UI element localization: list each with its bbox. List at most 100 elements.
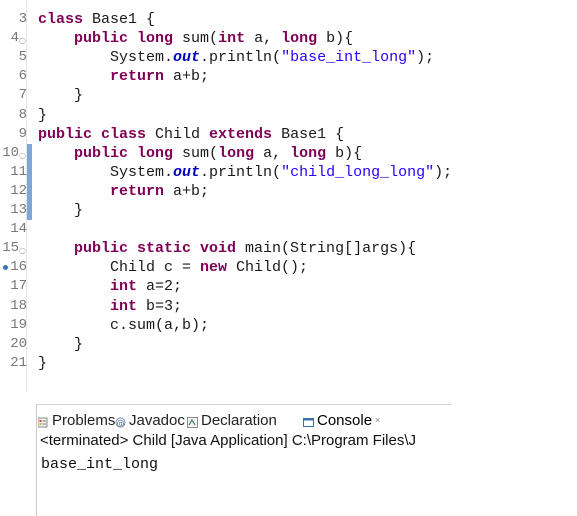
line-number-text: 11 <box>10 163 27 180</box>
code-token: ); <box>434 163 453 181</box>
console-panel: Problems @ Javadoc Declaration Console ×… <box>36 404 452 516</box>
code-line[interactable]: 3 class Base1 { <box>0 10 577 29</box>
code-token: b=3; <box>137 297 183 315</box>
code-token: } <box>38 87 84 105</box>
field-token: out <box>173 49 201 67</box>
code-token: ); <box>416 49 435 67</box>
tab-problems[interactable]: Problems <box>37 410 116 430</box>
code-token: a, <box>254 144 291 162</box>
code-text: } <box>38 201 83 220</box>
code-token: a, <box>245 30 282 48</box>
code-token: } <box>38 202 84 219</box>
code-token: a+b; <box>164 68 210 86</box>
code-token: .println( <box>200 49 282 67</box>
line-number-text: 15 <box>2 240 19 257</box>
code-token: sum( <box>173 30 219 48</box>
tab-javadoc[interactable]: @ Javadoc <box>115 410 185 430</box>
code-text: public class Child extends Base1 { <box>38 125 344 144</box>
line-number-text: 13 <box>10 202 27 218</box>
code-token: main(String[]args){ <box>236 240 417 258</box>
keyword-token: return <box>110 68 165 86</box>
console-output[interactable]: base_int_long <box>37 455 452 515</box>
tab-label: Declaration <box>201 411 277 429</box>
code-text: int a=2; <box>38 277 182 296</box>
code-text: class Base1 { <box>38 10 155 29</box>
code-text: return a+b; <box>38 182 209 201</box>
code-line[interactable]: 5 System.out.println("base_int_long"); <box>0 48 577 67</box>
code-text: System.out.println("child_long_long"); <box>38 163 452 182</box>
close-icon[interactable]: × <box>375 415 380 425</box>
code-line[interactable]: 11 System.out.println("child_long_long")… <box>0 162 577 182</box>
code-text: } <box>38 335 83 354</box>
console-status-line: <terminated> Child [Java Application] C:… <box>40 432 417 449</box>
code-token: } <box>38 335 84 353</box>
code-line[interactable]: 19 c.sum(a,b); <box>0 316 577 335</box>
code-token: a+b; <box>164 182 210 200</box>
code-text: System.out.println("base_int_long"); <box>38 48 434 67</box>
keyword-token: int <box>218 30 246 48</box>
keyword-token: return <box>110 182 165 200</box>
code-line[interactable]: 20 } <box>0 335 577 354</box>
console-icon <box>303 415 314 427</box>
change-bar <box>27 143 32 163</box>
line-number-text: 10 <box>2 144 19 161</box>
line-number-text: 7 <box>18 87 27 104</box>
keyword-token: long <box>281 30 318 48</box>
code-token: a=2; <box>137 278 183 296</box>
javadoc-icon: @ <box>115 415 126 427</box>
svg-text:@: @ <box>117 418 125 427</box>
code-text: } <box>38 354 47 373</box>
code-line[interactable]: 14 <box>0 220 577 239</box>
code-text: } <box>38 86 83 105</box>
code-line[interactable]: 18 int b=3; <box>0 297 577 316</box>
code-line[interactable]: 12 return a+b; <box>0 181 577 201</box>
code-line[interactable]: 9 public class Child extends Base1 { <box>0 125 577 144</box>
keyword-token: long <box>218 144 255 162</box>
line-number-text: 16 <box>10 259 27 276</box>
problems-icon <box>37 415 49 427</box>
code-token: b){ <box>326 144 363 162</box>
code-line[interactable]: 7 } <box>0 86 577 105</box>
code-text: c.sum(a,b); <box>38 316 209 335</box>
keyword-token: public static void <box>74 240 237 258</box>
line-number-text: 5 <box>18 49 27 66</box>
line-number-text: 21 <box>10 354 27 371</box>
tab-declaration[interactable]: Declaration <box>187 410 277 430</box>
code-token: Base1 { <box>83 11 156 28</box>
code-token: System. <box>38 163 174 181</box>
view-tab-bar: Problems @ Javadoc Declaration Console × <box>37 404 452 431</box>
code-line[interactable]: 13 } <box>0 201 577 220</box>
code-line[interactable]: 17 int a=2; <box>0 277 577 296</box>
code-text: return a+b; <box>38 67 209 86</box>
tab-console[interactable]: Console × <box>303 410 380 430</box>
code-text: public static void main(String[]args){ <box>38 239 416 258</box>
code-token: Child <box>146 125 210 143</box>
change-bar <box>27 201 32 220</box>
declaration-icon <box>187 415 198 428</box>
line-number-text: 3 <box>18 11 27 27</box>
code-editor[interactable]: 3 class Base1 {4 ○ public long sum(int a, … <box>0 0 577 392</box>
code-line[interactable]: 15 ○ public static void main(String[]args… <box>0 239 577 258</box>
keyword-token: int <box>110 297 138 315</box>
code-line[interactable]: 8} <box>0 106 577 125</box>
code-token: } <box>38 106 48 124</box>
code-line[interactable]: 6 return a+b; <box>0 67 577 86</box>
code-line[interactable]: 4 ○ public long sum(int a, long b){ <box>0 29 577 48</box>
line-number-text: 19 <box>10 316 27 333</box>
code-token: sum( <box>173 144 219 162</box>
keyword-token: long <box>290 144 327 162</box>
line-number-text: 8 <box>18 106 27 123</box>
tab-label: Problems <box>52 411 116 429</box>
keyword-token: new <box>200 259 228 277</box>
code-line[interactable]: 10 ○ public long sum(long a, long b){ <box>0 143 577 163</box>
code-line[interactable]: 21} <box>0 354 577 373</box>
field-token: out <box>173 163 201 181</box>
override-marker-icon[interactable] <box>3 265 8 271</box>
code-line[interactable]: 16 Child c = new Child(); <box>0 258 577 277</box>
code-token: Base1 { <box>272 125 345 143</box>
